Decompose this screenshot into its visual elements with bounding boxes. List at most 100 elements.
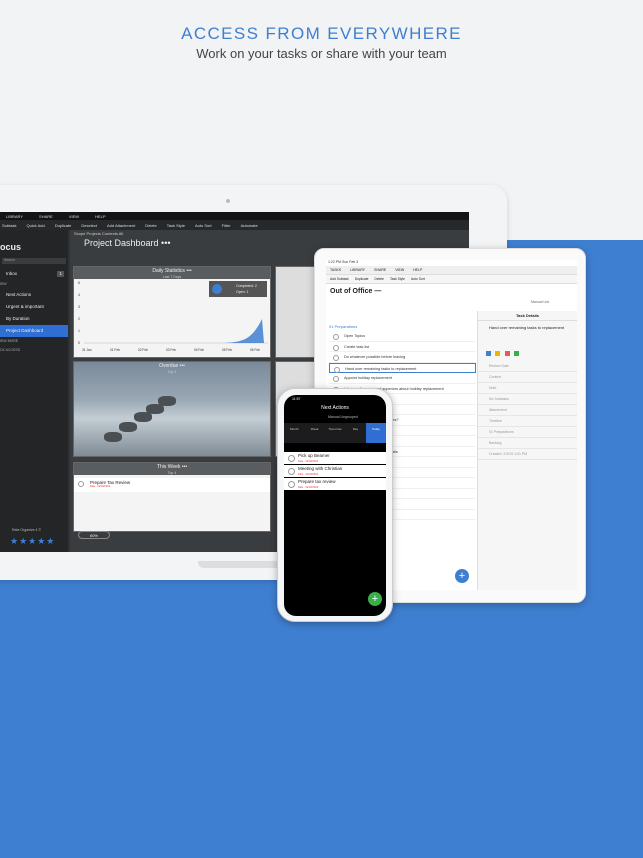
section-quick-access[interactable]: CK ACCESS [0,346,68,355]
list-item[interactable]: Appoint holiday replacement [329,373,476,384]
x-tick: 06 Feb [250,348,260,352]
task-details-panel: Task Details Hand over remaining tasks t… [477,311,577,590]
color-swatch[interactable] [514,351,520,356]
sidebar-item-project-dashboard[interactable]: Project Dashboard [0,325,68,337]
overdue-photo [74,362,270,456]
sidebar-item-next-actions[interactable]: Next Actions [0,289,68,301]
delete-button[interactable]: Delete [374,277,384,281]
y-tick: 4 [78,293,80,297]
inbox-label: Inbox [6,271,18,276]
tab-today[interactable]: Today [365,423,386,443]
quick-add-button[interactable]: Quick Add [26,223,44,228]
x-tick: 01 Feb [110,348,120,352]
crumb-all[interactable]: All [119,231,123,236]
x-tick: 31 Jan [82,348,92,352]
details-task-name[interactable]: Hand over remaining tasks to replacement [478,321,577,339]
rating-stars[interactable]: ★★★★★ [10,536,55,547]
y-tick: 5 [78,281,80,285]
color-swatch[interactable] [486,351,491,356]
color-swatch[interactable] [504,351,510,356]
list-item[interactable]: Meeting with Christian Date · 22/03/2019 [284,465,386,477]
add-task-fab[interactable]: + [368,592,382,606]
phone-device: 11:57 Next Actions Manual Ungrouped Mont… [277,388,393,622]
created-timestamp: Created: 2/3/19 1:51 PM [478,449,577,460]
list-item-selected[interactable]: Hand over remaining tasks to replacement [329,362,476,373]
filter-button[interactable]: Filter [222,223,231,228]
menu-library[interactable]: LIBRARY [6,214,23,219]
timeline-field[interactable]: Timeline [478,416,577,427]
task-due: Date · 22/03/2019 [298,486,319,489]
sidebar-item-urgent[interactable]: Urgent & important [0,301,68,313]
view-list[interactable]: List [543,300,548,304]
menu-view[interactable]: VIEW [395,268,404,272]
toolbar: Subtask Quick Add Duplicate Deselect Add… [0,220,469,230]
attachment-field[interactable]: Attachment [478,405,577,416]
section-more[interactable]: IEW MORE [0,337,68,346]
menu-bar: LIBRARY SHARE VIEW HELP [0,212,469,220]
date-tabs: Month Week Tomorrow Day Today [284,423,386,443]
note-field[interactable]: Note [478,383,577,394]
list-item[interactable]: Create task list [329,342,476,352]
phone-screen: 11:57 Next Actions Manual Ungrouped Mont… [284,395,386,616]
zoom-control[interactable]: 60% [78,531,110,539]
inbox-count-badge: 1 [57,271,64,277]
sidebar-item-inbox[interactable]: Inbox 1 [0,268,68,280]
task-due: Date · 22/03/2019 [298,473,319,476]
task-checkbox[interactable] [78,481,84,487]
sort-manual[interactable]: Manual [328,415,339,419]
zoom-value: 60% [89,533,98,538]
y-tick: 1 [78,329,80,333]
context-field[interactable]: Context [478,372,577,383]
add-subtask-button[interactable]: Add Subtask [330,277,349,281]
task-style-button[interactable]: Task Style [390,277,405,281]
list-item[interactable]: Open Topics [329,331,476,342]
list-item[interactable]: Prepare tax review Date · 22/03/2019 [284,478,386,490]
crumb-projects[interactable]: Projects [86,231,100,236]
sort-manual[interactable]: Manual [531,300,542,304]
menu-share[interactable]: SHARE [39,214,53,219]
color-swatch[interactable] [495,351,501,356]
task-due: Date · 22/03/2019 [298,460,319,463]
card-header: Overdue ••• Top 4 [74,362,270,374]
menu-share[interactable]: SHARE [374,268,386,272]
review-date-field[interactable]: Review Date [478,361,577,372]
card-header: Daily Statistics ••• Last 7 Days [74,267,270,279]
sidebar-item-by-duration[interactable]: By Duration [0,313,68,325]
tab-tomorrow[interactable]: Tomorrow [325,423,345,443]
menu-help[interactable]: HELP [413,268,422,272]
crumb-contexts[interactable]: Contexts [102,231,118,236]
deselect-button[interactable]: Deselect [81,223,97,228]
subtask-button[interactable]: Subtask [2,223,16,228]
task-style-button[interactable]: Task Style [167,223,185,228]
group-ungrouped[interactable]: Ungrouped [340,415,357,419]
group-header[interactable]: 01 Preparations [329,322,476,331]
this-week-card: This Week ••• Top 4 Prepare Tax Review D… [73,462,271,532]
list-item[interactable]: Do whatever possible before leaving [329,352,476,363]
menu-tasks[interactable]: TASKS [330,268,341,272]
section-view: IEW [0,282,7,286]
search-input[interactable]: Search [2,258,66,264]
menu-help[interactable]: HELP [95,214,105,219]
subtasks-field[interactable]: No Subtasks [478,394,577,405]
tab-week[interactable]: Week [304,423,324,443]
project-field[interactable]: 01 Preparations [478,427,577,438]
daily-statistics-card: Daily Statistics ••• Last 7 Days Complet… [73,266,271,358]
delete-button[interactable]: Delete [145,223,157,228]
add-attachment-button[interactable]: Add Attachment [107,223,135,228]
automate-button[interactable]: Automate [241,223,258,228]
color-palette[interactable] [478,339,577,361]
backlog-field[interactable]: Backlog [478,438,577,449]
overdue-card: Overdue ••• Top 4 [73,361,271,457]
duplicate-button[interactable]: Duplicate [355,277,369,281]
add-task-fab[interactable]: + [455,569,469,583]
week-task-row[interactable]: Prepare Tax Review Date · 22/03/2019 [74,478,270,492]
menu-view[interactable]: VIEW [69,214,79,219]
tab-day[interactable]: Day [345,423,365,443]
tab-month[interactable]: Month [284,423,304,443]
auto-sort-button[interactable]: Auto Sort [195,223,212,228]
auto-sort-button[interactable]: Auto Sort [411,277,425,281]
list-item[interactable]: Pick up Beamer Date · 22/03/2019 [284,452,386,464]
menu-library[interactable]: LIBRARY [350,268,365,272]
duplicate-button[interactable]: Duplicate [55,223,72,228]
details-header: Task Details [478,311,577,321]
